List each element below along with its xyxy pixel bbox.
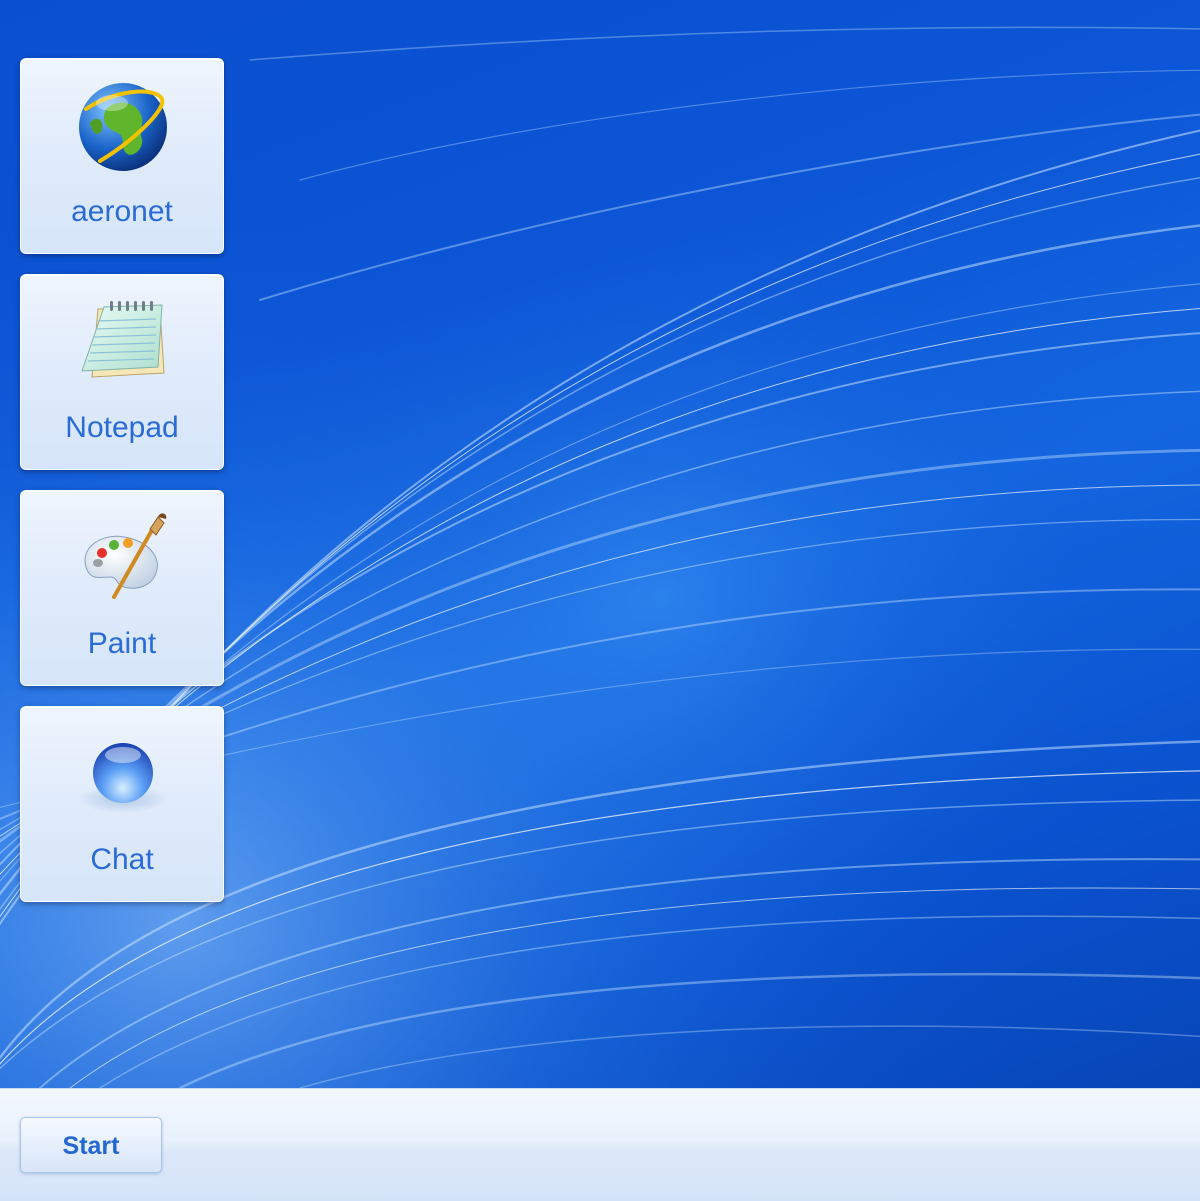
desktop: aeronet Notepad Paint Chat [0,0,1200,1088]
desktop-icon-aeronet[interactable]: aeronet [20,58,224,254]
desktop-icon-label: aeronet [71,195,173,228]
desktop-icon-chat[interactable]: Chat [20,706,224,902]
paint-palette-icon [76,511,170,605]
desktop-icon-label: Paint [87,627,157,660]
taskbar: Start [0,1088,1200,1201]
desktop-icon-label: Notepad [65,411,179,444]
desktop-icon-paint[interactable]: Paint [20,490,224,686]
globe-icon [76,79,170,173]
desktop-icon-notepad[interactable]: Notepad [20,274,224,470]
chat-orb-icon [76,727,170,821]
desktop-icon-label: Chat [90,843,154,876]
start-button[interactable]: Start [20,1117,162,1173]
notepad-icon [76,295,170,389]
